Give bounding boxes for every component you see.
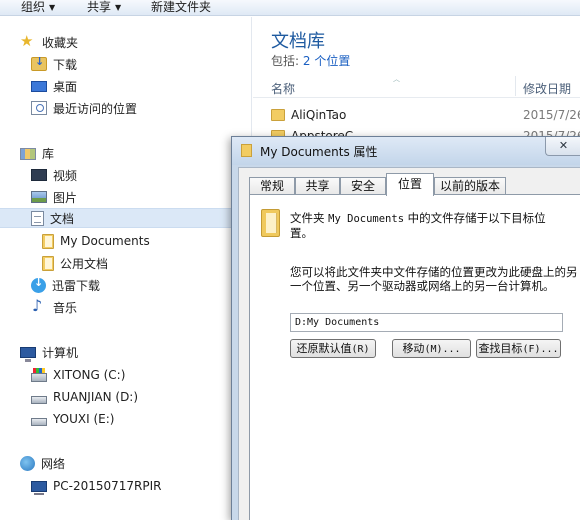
share-label: 共享 (87, 0, 112, 14)
computer-icon (20, 346, 36, 362)
dialog-body: 常规 共享 安全 位置 以前的版本 文件夹 My Documents 中的文件存… (238, 167, 580, 520)
nav-drive-c[interactable]: XITONG (C:) (31, 365, 125, 385)
nav-downloads-label: 下载 (53, 57, 78, 72)
list-item[interactable]: AliQinTao 2015/7/26 (253, 105, 580, 127)
document-icon (31, 210, 44, 226)
nav-music[interactable]: 音乐 (31, 296, 78, 317)
library-includes: 包括: 2 个位置 (271, 52, 350, 69)
recent-places-icon (31, 101, 47, 115)
nav-desktop[interactable]: 桌面 (31, 76, 77, 96)
nav-favorites-label: 收藏夹 (42, 35, 79, 50)
column-name-header[interactable]: 名称 (271, 80, 295, 97)
item-name: AliQinTao (291, 108, 347, 122)
nav-libraries-label: 库 (42, 146, 55, 161)
column-divider[interactable] (515, 76, 516, 96)
nav-documents[interactable]: 文档 (0, 208, 251, 228)
nav-computer-label: 计算机 (42, 345, 79, 360)
nav-recent-label: 最近访问的位置 (53, 101, 138, 116)
nav-drive-d[interactable]: RUANJIAN (D:) (31, 387, 138, 407)
chevron-down-icon: ▼ (49, 3, 56, 12)
nav-drive-e[interactable]: YOUXI (E:) (31, 409, 114, 429)
drive-icon (31, 395, 47, 404)
new-folder-button[interactable]: 新建文件夹 (151, 0, 211, 15)
folder-icon (261, 209, 280, 237)
nav-network-pc[interactable]: PC-20150717RPIR (31, 476, 161, 496)
nav-downloads[interactable]: 下载 (31, 54, 77, 74)
nav-pictures-label: 图片 (53, 190, 78, 205)
locations-link[interactable]: 2 个位置 (303, 54, 350, 68)
nav-drive-c-label: XITONG (C:) (53, 368, 126, 382)
drive-icon (31, 417, 47, 426)
location-path-input[interactable] (290, 313, 563, 332)
folder-icon (42, 255, 54, 271)
nav-recent-places[interactable]: 最近访问的位置 (31, 98, 137, 118)
navigation-pane: 收藏夹 下载 桌面 最近访问的位置 库 视频 图片 文档 My Document… (0, 17, 252, 520)
nav-thunder-label: 迅雷下载 (52, 278, 101, 293)
star-icon (20, 32, 36, 50)
nav-my-documents-label: My Documents (60, 234, 150, 248)
nav-desktop-label: 桌面 (53, 79, 78, 94)
column-modified-header[interactable]: 修改日期 (523, 80, 571, 97)
move-button[interactable]: 移动(M)... (392, 339, 471, 358)
close-button[interactable]: ✕ (545, 137, 580, 156)
nav-videos[interactable]: 视频 (31, 165, 77, 185)
network-computer-icon (31, 480, 47, 495)
nav-music-label: 音乐 (53, 300, 78, 315)
nav-thunder-downloads[interactable]: 迅雷下载 (31, 275, 100, 295)
share-menu[interactable]: 共享 ▼ (87, 0, 121, 15)
includes-label: 包括: (271, 54, 300, 68)
location-panel: 文件夹 My Documents 中的文件存储于以下目标位置。 您可以将此文件夹… (249, 194, 580, 520)
nav-network-label: 网络 (41, 456, 66, 471)
chevron-down-icon: ▼ (115, 3, 122, 12)
organize-menu[interactable]: 组织 ▼ (21, 0, 55, 15)
nav-public-documents[interactable]: 公用文档 (42, 253, 108, 273)
column-header: ︿ 名称 修改日期 (253, 74, 580, 98)
folder-icon (42, 233, 54, 249)
dialog-title-bar[interactable]: My Documents 属性 (232, 137, 580, 165)
nav-videos-label: 视频 (53, 168, 78, 183)
location-description: 文件夹 My Documents 中的文件存储于以下目标位置。 (290, 211, 546, 240)
dialog-title: My Documents 属性 (260, 145, 378, 159)
tab-location[interactable]: 位置 (386, 173, 434, 196)
desktop-icon (31, 81, 47, 92)
command-bar: 组织 ▼ 共享 ▼ 新建文件夹 (0, 0, 580, 16)
folder-icon (271, 109, 285, 121)
nav-network-pc-label: PC-20150717RPIR (53, 479, 162, 493)
network-icon (20, 455, 35, 471)
thunder-download-icon (31, 276, 46, 293)
nav-public-documents-label: 公用文档 (60, 256, 109, 271)
find-target-button[interactable]: 查找目标(F)... (476, 339, 561, 358)
nav-documents-label: 文档 (50, 211, 75, 226)
music-icon (31, 296, 47, 315)
location-help-text: 您可以将此文件夹中文件存储的位置更改为此硬盘上的另一个位置、另一个驱动器或网络上… (290, 265, 578, 293)
nav-network[interactable]: 网络 (20, 453, 65, 473)
item-date: 2015/7/26 (523, 108, 580, 122)
sort-arrow-icon: ︿ (393, 75, 400, 83)
library-icon (20, 148, 36, 160)
nav-my-documents[interactable]: My Documents (42, 231, 150, 251)
nav-drive-d-label: RUANJIAN (D:) (53, 390, 139, 404)
pictures-icon (31, 191, 47, 203)
nav-drive-e-label: YOUXI (E:) (53, 412, 115, 426)
folder-icon (241, 144, 252, 157)
nav-favorites[interactable]: 收藏夹 (20, 32, 78, 52)
nav-pictures[interactable]: 图片 (31, 187, 77, 207)
nav-libraries[interactable]: 库 (20, 143, 54, 163)
library-title: 文档库 (271, 31, 325, 52)
system-drive-icon (31, 367, 47, 382)
organize-label: 组织 (21, 0, 46, 14)
nav-computer[interactable]: 计算机 (20, 342, 78, 362)
properties-dialog: My Documents 属性 ✕ 常规 共享 安全 位置 以前的版本 文件夹 … (231, 136, 580, 520)
video-icon (31, 169, 47, 181)
downloads-icon (31, 55, 47, 71)
restore-default-button[interactable]: 还原默认值(R) (290, 339, 376, 358)
